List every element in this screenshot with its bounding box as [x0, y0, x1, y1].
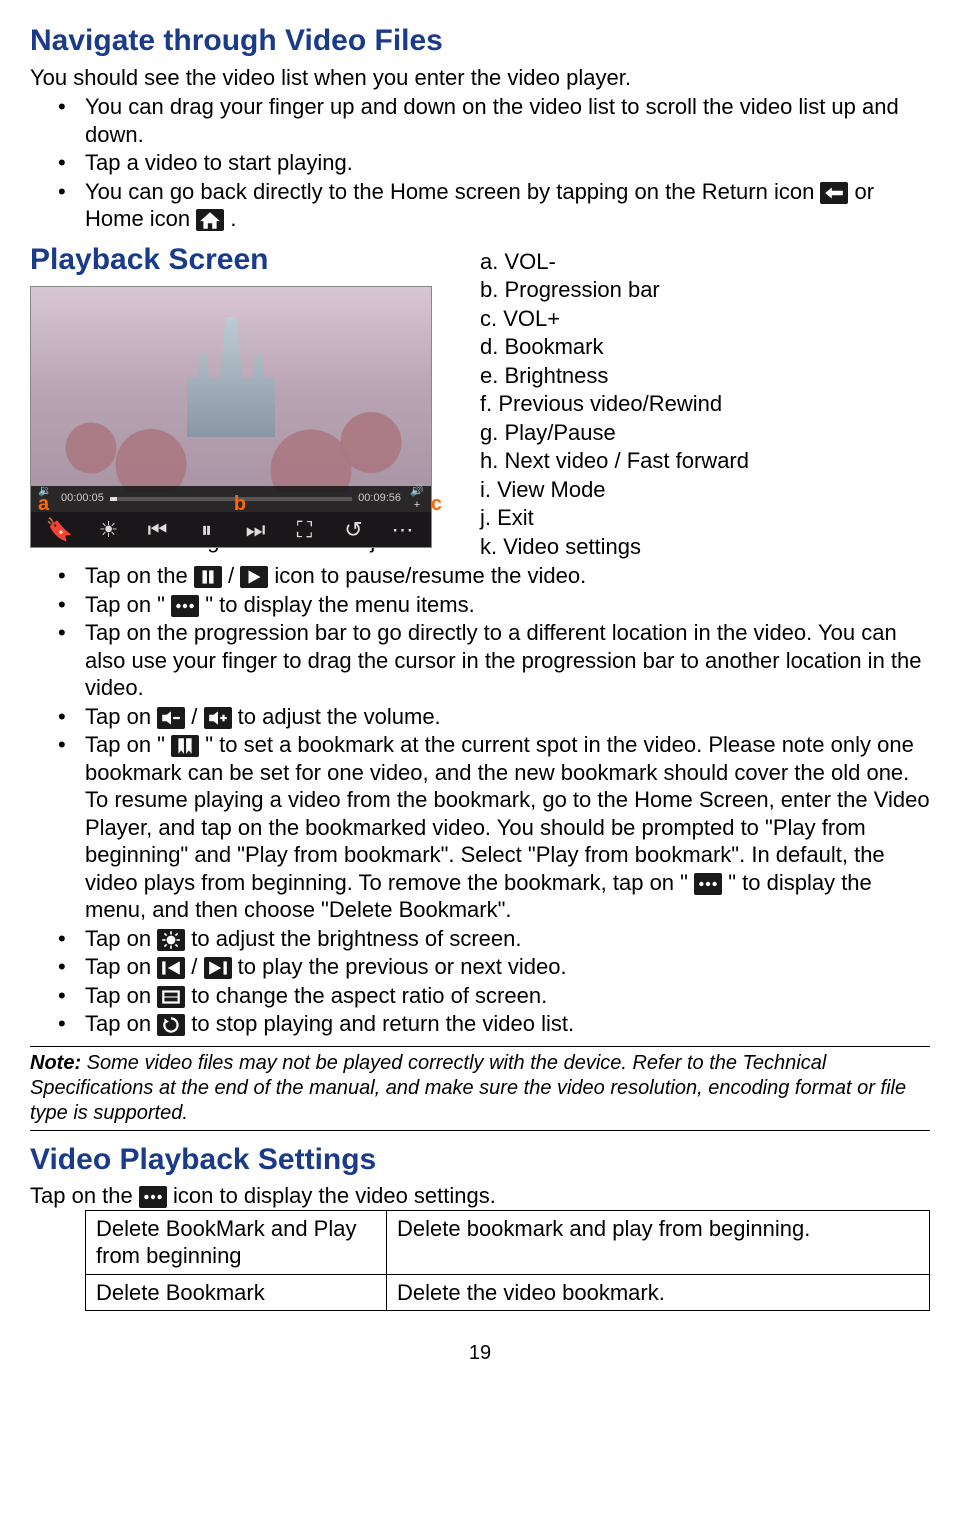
- legend-j: j. Exit: [480, 504, 930, 532]
- legend-d: d. Bookmark: [480, 333, 930, 361]
- text: .: [230, 206, 236, 231]
- text: to play the previous or next video.: [238, 954, 567, 979]
- pause-icon: [194, 566, 222, 588]
- text: /: [191, 704, 203, 729]
- legend-e: e. Brightness: [480, 362, 930, 390]
- legend-k: k. Video settings: [480, 533, 930, 561]
- vol-up-icon: [204, 707, 232, 729]
- legend-c: c. VOL+: [480, 305, 930, 333]
- legend-a: a. VOL-: [480, 248, 930, 276]
- text: Tap on the: [30, 1183, 139, 1208]
- instr-pause: Tap on the / icon to pause/resume the vi…: [30, 562, 930, 590]
- text: to change the aspect ratio of screen.: [191, 983, 547, 1008]
- table-row: Delete Bookmark Delete the video bookmar…: [86, 1274, 930, 1311]
- text: Tap on: [85, 983, 157, 1008]
- label-a: a: [38, 492, 49, 517]
- exit-icon[interactable]: ↺: [340, 516, 368, 544]
- control-row: 🔖 ☀ ⏮ ⏸ ⏭ ⛶ ↺ ⋯: [31, 512, 431, 547]
- legend-h: h. Next video / Fast forward: [480, 447, 930, 475]
- play-icon: [240, 566, 268, 588]
- bookmark-icon[interactable]: 🔖: [46, 516, 74, 544]
- more-icon: [694, 873, 722, 895]
- return-icon: [820, 182, 848, 204]
- intro-text: You should see the video list when you e…: [30, 64, 930, 92]
- legend-f: f. Previous video/Rewind: [480, 390, 930, 418]
- settings-intro: Tap on the icon to display the video set…: [30, 1182, 930, 1210]
- text: You can go back directly to the Home scr…: [85, 179, 820, 204]
- pause-icon[interactable]: ⏸: [193, 516, 221, 544]
- next-track-icon: [204, 957, 232, 979]
- instr-volume: Tap on / to adjust the volume.: [30, 703, 930, 731]
- text: /: [191, 954, 203, 979]
- text: icon to pause/resume the video.: [274, 563, 586, 588]
- aspect-ratio-icon: [157, 986, 185, 1008]
- label-b: b: [234, 492, 246, 517]
- labels-abc: a b c: [30, 492, 450, 517]
- text: Tap on ": [85, 732, 165, 757]
- text: /: [228, 563, 240, 588]
- prev-icon[interactable]: ⏮: [144, 516, 172, 544]
- label-c: c: [431, 492, 442, 517]
- section-title-playback: Playback Screen: [30, 241, 450, 279]
- bullet-tap-play: Tap a video to start playing.: [30, 149, 930, 177]
- trees-image: [31, 382, 431, 492]
- section-title-navigate: Navigate through Video Files: [30, 22, 930, 60]
- vol-down-icon: [157, 707, 185, 729]
- aspect-icon[interactable]: ⛶: [291, 516, 319, 544]
- text: icon to display the video settings.: [173, 1183, 496, 1208]
- return-circle-icon: [157, 1014, 185, 1036]
- home-icon: [196, 209, 224, 231]
- note-text: Note: Note: Some video files may not be …: [30, 1046, 930, 1131]
- instr-stop: Tap on to stop playing and return the vi…: [30, 1010, 930, 1038]
- settings-table: Delete BookMark and Play from beginning …: [85, 1210, 930, 1312]
- legend: a. VOL- b. Progression bar c. VOL+ d. Bo…: [480, 241, 930, 562]
- text: Tap on the: [85, 563, 194, 588]
- page-number: 19: [30, 1341, 930, 1366]
- instr-bookmark: Tap on " " to set a bookmark at the curr…: [30, 731, 930, 924]
- text: Tap on: [85, 926, 157, 951]
- text: " to display the menu items.: [205, 592, 475, 617]
- brightness-icon: [157, 929, 185, 951]
- text: Tap on: [85, 954, 157, 979]
- bullet-go-back: You can go back directly to the Home scr…: [30, 178, 930, 233]
- text: Tap on: [85, 1011, 157, 1036]
- legend-g: g. Play/Pause: [480, 419, 930, 447]
- bookmark-icon: [171, 735, 199, 757]
- text: to adjust the volume.: [238, 704, 441, 729]
- section-title-settings: Video Playback Settings: [30, 1141, 930, 1179]
- instr-menu: Tap on " " to display the menu items.: [30, 591, 930, 619]
- legend-i: i. View Mode: [480, 476, 930, 504]
- next-icon[interactable]: ⏭: [242, 516, 270, 544]
- instr-aspect: Tap on to change the aspect ratio of scr…: [30, 982, 930, 1010]
- cell-left: Delete BookMark and Play from beginning: [86, 1210, 387, 1274]
- more-icon: [139, 1186, 167, 1208]
- prev-track-icon: [157, 957, 185, 979]
- cell-right: Delete the video bookmark.: [387, 1274, 930, 1311]
- brightness-icon[interactable]: ☀: [95, 516, 123, 544]
- instr-brightness: Tap on to adjust the brightness of scree…: [30, 925, 930, 953]
- instr-progression: Tap on the progression bar to go directl…: [30, 619, 930, 702]
- cell-right: Delete bookmark and play from beginning.: [387, 1210, 930, 1274]
- text: Tap on ": [85, 592, 165, 617]
- text: to stop playing and return the video lis…: [191, 1011, 574, 1036]
- settings-icon[interactable]: ⋯: [389, 516, 417, 544]
- table-row: Delete BookMark and Play from beginning …: [86, 1210, 930, 1274]
- instr-prevnext: Tap on / to play the previous or next vi…: [30, 953, 930, 981]
- more-icon: [171, 595, 199, 617]
- legend-b: b. Progression bar: [480, 276, 930, 304]
- bullet-scroll: You can drag your finger up and down on …: [30, 93, 930, 148]
- text: Tap on: [85, 704, 157, 729]
- cell-left: Delete Bookmark: [86, 1274, 387, 1311]
- text: to adjust the brightness of screen.: [191, 926, 521, 951]
